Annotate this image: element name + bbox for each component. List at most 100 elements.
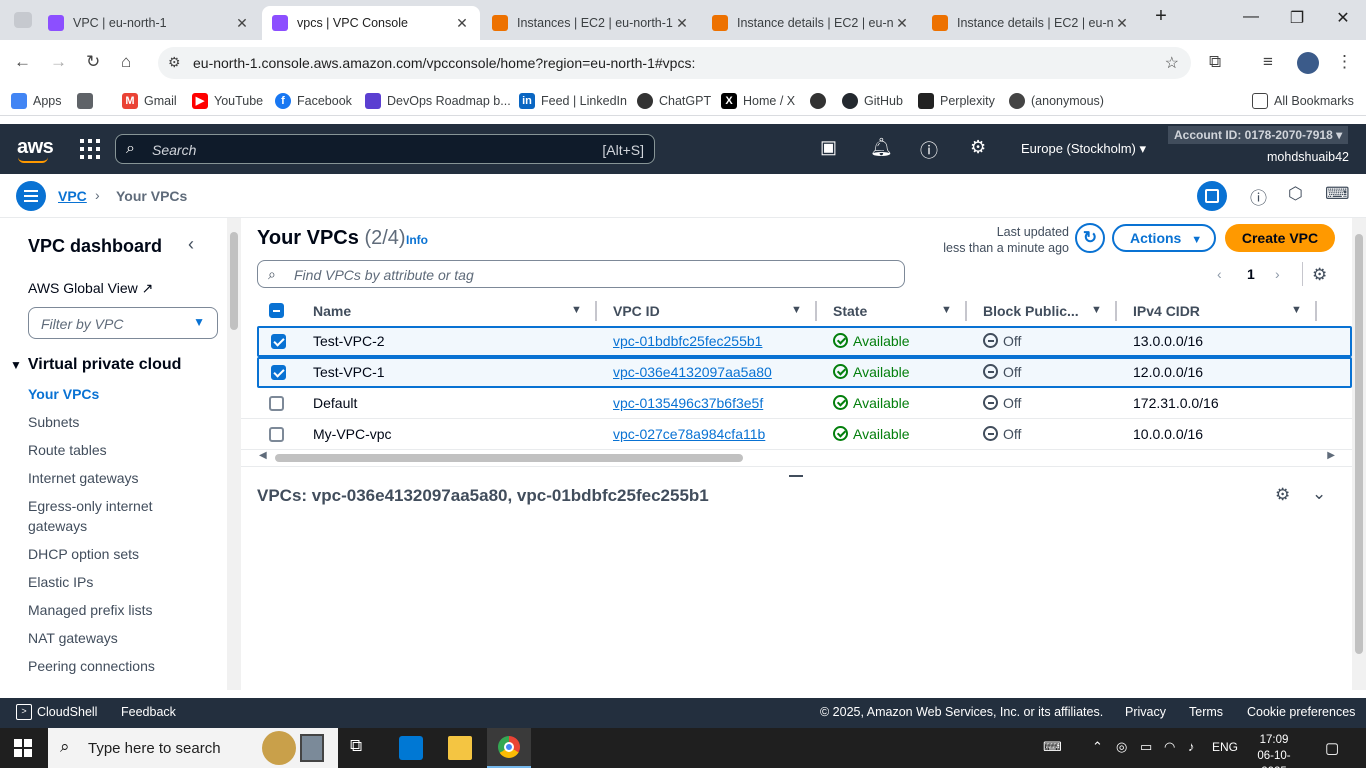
- sidebar-item-elastic-ips[interactable]: Elastic IPs: [28, 572, 93, 592]
- sidebar-item-your-vpcs[interactable]: Your VPCs: [28, 384, 99, 404]
- new-tab-icon[interactable]: +: [1138, 5, 1184, 28]
- media-icon[interactable]: ≡: [1263, 52, 1273, 72]
- sidebar-item-nat-gateways[interactable]: NAT gateways: [28, 628, 118, 648]
- sort-caret-icon[interactable]: ▼: [941, 304, 952, 316]
- bookmark-perplexity[interactable]: Perplexity: [918, 93, 995, 109]
- scrollbar-thumb[interactable]: [275, 454, 743, 462]
- bookmark-apps[interactable]: Apps: [11, 93, 62, 109]
- language-indicator[interactable]: ENG: [1212, 740, 1238, 754]
- vpc-filter-select[interactable]: Filter by VPC ▼: [28, 307, 218, 339]
- browser-tab[interactable]: VPC | eu-north-1 ✕: [38, 6, 260, 40]
- profile-avatar[interactable]: [1297, 52, 1319, 74]
- bookmark-gmail[interactable]: M Gmail: [122, 93, 177, 109]
- main-scrollbar[interactable]: [1352, 218, 1366, 690]
- select-all-checkbox[interactable]: [269, 303, 284, 318]
- bookmark-anonymous[interactable]: (anonymous): [1009, 93, 1104, 109]
- task-view-icon[interactable]: ⧉: [350, 736, 374, 760]
- help-icon[interactable]: ⓘ: [920, 137, 938, 163]
- vpc-id-link[interactable]: vpc-0135496c37b6f3e5f: [613, 395, 763, 411]
- column-resizer[interactable]: [965, 301, 967, 321]
- sidebar-scrollbar[interactable]: [227, 218, 241, 690]
- restore-icon[interactable]: ❐: [1274, 8, 1320, 28]
- vpc-id-link[interactable]: vpc-01bdbfc25fec255b1: [613, 333, 762, 349]
- table-horizontal-scrollbar[interactable]: ◀ ▶: [259, 450, 1335, 464]
- column-header-ipv4-cidr[interactable]: IPv4 CIDR: [1133, 303, 1200, 319]
- sidebar-item-internet-gateways[interactable]: Internet gateways: [28, 468, 139, 488]
- site-info-icon[interactable]: ⚙: [168, 54, 181, 71]
- url-text[interactable]: eu-north-1.console.aws.amazon.com/vpccon…: [193, 55, 695, 71]
- user-menu[interactable]: mohdshuaib42: [1267, 150, 1349, 164]
- bookmark-globe[interactable]: [810, 93, 832, 109]
- table-row[interactable]: My-VPC-vpc vpc-027ce78a984cfa11b Availab…: [241, 419, 1352, 450]
- sidebar-item-peering-connections[interactable]: Peering connections: [28, 656, 155, 676]
- table-row[interactable]: Test-VPC-2 vpc-01bdbfc25fec255b1 Availab…: [257, 326, 1352, 357]
- bookmark-facebook[interactable]: f Facebook: [275, 93, 352, 109]
- hamburger-menu-icon[interactable]: [16, 181, 46, 211]
- bookmark-x[interactable]: X Home / X: [721, 93, 795, 109]
- column-header-block-public[interactable]: Block Public...: [983, 303, 1093, 319]
- sidebar-item-route-tables[interactable]: Route tables: [28, 440, 107, 460]
- microsoft-store-icon[interactable]: [399, 736, 423, 760]
- info-icon[interactable]: ⓘ: [1250, 184, 1267, 209]
- find-vpcs-input[interactable]: ⌕ Find VPCs by attribute or tag: [257, 260, 905, 288]
- column-resizer[interactable]: [595, 301, 597, 321]
- close-window-icon[interactable]: ✕: [1320, 8, 1366, 28]
- bookmark-chatgpt[interactable]: ChatGPT: [637, 93, 711, 109]
- forward-icon[interactable]: →: [50, 52, 67, 72]
- grid-shortcut-icon[interactable]: [77, 93, 99, 109]
- breadcrumb-vpc-link[interactable]: VPC: [58, 188, 87, 204]
- scroll-right-icon[interactable]: ▶: [1327, 450, 1335, 461]
- column-resizer[interactable]: [1115, 301, 1117, 321]
- global-view-link[interactable]: AWS Global View ↗: [28, 280, 153, 297]
- bookmark-youtube[interactable]: ▶ YouTube: [192, 93, 263, 109]
- sort-caret-icon[interactable]: ▼: [1091, 304, 1102, 316]
- actions-button[interactable]: Actions ▼: [1112, 224, 1216, 252]
- chrome-taskbar-button[interactable]: [487, 728, 531, 768]
- sidebar-title[interactable]: VPC dashboard: [28, 236, 162, 257]
- row-checkbox[interactable]: [269, 427, 284, 442]
- prev-page-icon[interactable]: ‹: [1217, 266, 1222, 282]
- region-selector[interactable]: Europe (Stockholm) ▾: [1021, 141, 1146, 157]
- browser-tab[interactable]: Instance details | EC2 | eu-nc ✕: [702, 6, 920, 40]
- back-icon[interactable]: ←: [14, 52, 31, 72]
- sidebar-item-managed-prefix-lists[interactable]: Managed prefix lists: [28, 600, 153, 620]
- column-header-vpc-id[interactable]: VPC ID: [613, 303, 660, 319]
- page-number[interactable]: 1: [1247, 266, 1255, 282]
- close-tab-icon[interactable]: ✕: [894, 15, 910, 32]
- collapse-sidebar-icon[interactable]: ‹: [188, 234, 194, 255]
- table-preferences-gear-icon[interactable]: ⚙: [1312, 265, 1327, 285]
- sidebar-section-vpc[interactable]: ▼ Virtual private cloud: [10, 356, 181, 374]
- clock[interactable]: 17:09 06-10-2025: [1248, 732, 1300, 768]
- next-page-icon[interactable]: ›: [1275, 266, 1280, 282]
- column-resizer[interactable]: [815, 301, 817, 321]
- windows-start-icon[interactable]: [14, 739, 32, 757]
- camera-icon[interactable]: ◎: [1116, 739, 1127, 755]
- browser-tab[interactable]: Instance details | EC2 | eu-nc ✕: [922, 6, 1140, 40]
- close-tab-icon[interactable]: ✕: [1114, 15, 1130, 32]
- sidebar-item-dhcp-option-sets[interactable]: DHCP option sets: [28, 544, 139, 564]
- row-checkbox[interactable]: [271, 365, 286, 380]
- home-icon[interactable]: ⌂: [121, 52, 131, 72]
- terms-link[interactable]: Terms: [1189, 705, 1223, 719]
- table-row[interactable]: Default vpc-0135496c37b6f3e5f Available …: [241, 388, 1352, 419]
- taskbar-search-input[interactable]: ⌕ Type here to search: [48, 728, 338, 768]
- feedback-panel-icon[interactable]: ⌨: [1325, 184, 1350, 204]
- privacy-link[interactable]: Privacy: [1125, 705, 1166, 719]
- column-header-state[interactable]: State: [833, 303, 867, 319]
- notifications-bell-icon[interactable]: 🔔︎: [870, 137, 893, 158]
- vpc-id-link[interactable]: vpc-036e4132097aa5a80: [613, 364, 772, 380]
- sort-caret-icon[interactable]: ▼: [1291, 304, 1302, 316]
- account-badge[interactable]: Account ID: 0178-2070-7918 ▾: [1168, 126, 1349, 144]
- tab-search-icon[interactable]: [14, 12, 32, 28]
- battery-icon[interactable]: ▭: [1140, 739, 1152, 755]
- minimize-icon[interactable]: —: [1228, 8, 1274, 26]
- row-checkbox[interactable]: [269, 396, 284, 411]
- bookmark-github[interactable]: GitHub: [842, 93, 903, 109]
- row-checkbox[interactable]: [271, 334, 286, 349]
- info-link[interactable]: Info: [406, 233, 428, 247]
- column-header-name[interactable]: Name: [313, 303, 351, 319]
- cloudshell-link[interactable]: CloudShell: [37, 705, 97, 719]
- bookmark-devops[interactable]: DevOps Roadmap b...: [365, 93, 511, 109]
- file-explorer-icon[interactable]: [448, 736, 472, 760]
- all-bookmarks[interactable]: All Bookmarks: [1252, 93, 1354, 109]
